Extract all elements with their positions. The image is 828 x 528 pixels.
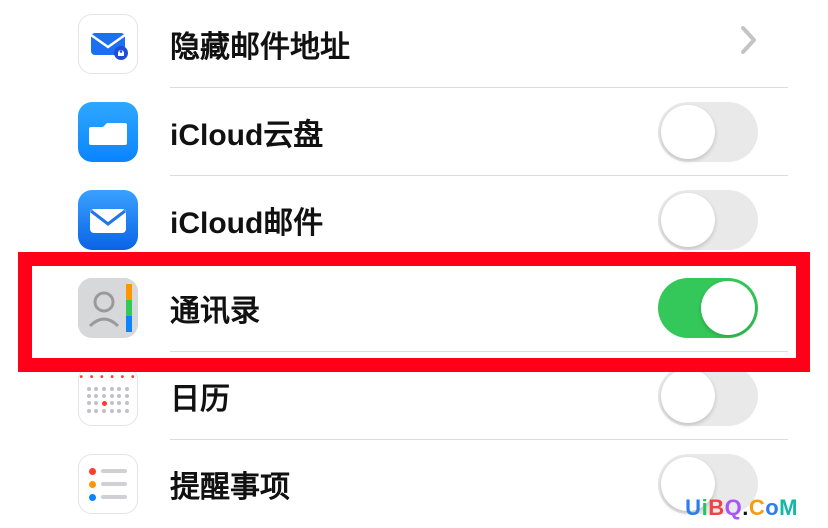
row-label: 日历: [170, 374, 658, 418]
row-label: 提醒事项: [170, 462, 658, 506]
toggle-contacts[interactable]: [658, 278, 758, 338]
row-label: 隐藏邮件地址: [170, 22, 740, 66]
row-accessory: [658, 278, 758, 338]
hide-mail-icon: [78, 14, 138, 74]
settings-list: 隐藏邮件地址 iCloud云盘 iCloud邮件: [40, 0, 788, 528]
row-label: iCloud邮件: [170, 198, 658, 242]
row-accessory: [740, 25, 758, 64]
drive-icon: [78, 102, 138, 162]
row-accessory: [658, 366, 758, 426]
reminders-icon: [78, 454, 138, 514]
row-contacts[interactable]: 通讯录: [40, 264, 788, 352]
row-label: 通讯录: [170, 286, 658, 330]
row-calendar[interactable]: • • • • • • 日历: [40, 352, 788, 440]
toggle-icloud-mail[interactable]: [658, 190, 758, 250]
row-accessory: [658, 190, 758, 250]
mail-icon: [78, 190, 138, 250]
calendar-icon: • • • • • •: [78, 366, 138, 426]
watermark: UiBQ.CoM: [685, 495, 798, 521]
chevron-right-icon: [740, 25, 758, 64]
toggle-calendar[interactable]: [658, 366, 758, 426]
row-hide-mail[interactable]: 隐藏邮件地址: [40, 0, 788, 88]
row-label: iCloud云盘: [170, 110, 658, 154]
row-icloud-mail[interactable]: iCloud邮件: [40, 176, 788, 264]
contacts-icon: [78, 278, 138, 338]
row-accessory: [658, 102, 758, 162]
row-icloud-drive[interactable]: iCloud云盘: [40, 88, 788, 176]
toggle-icloud-drive[interactable]: [658, 102, 758, 162]
row-reminders[interactable]: 提醒事项: [40, 440, 788, 528]
